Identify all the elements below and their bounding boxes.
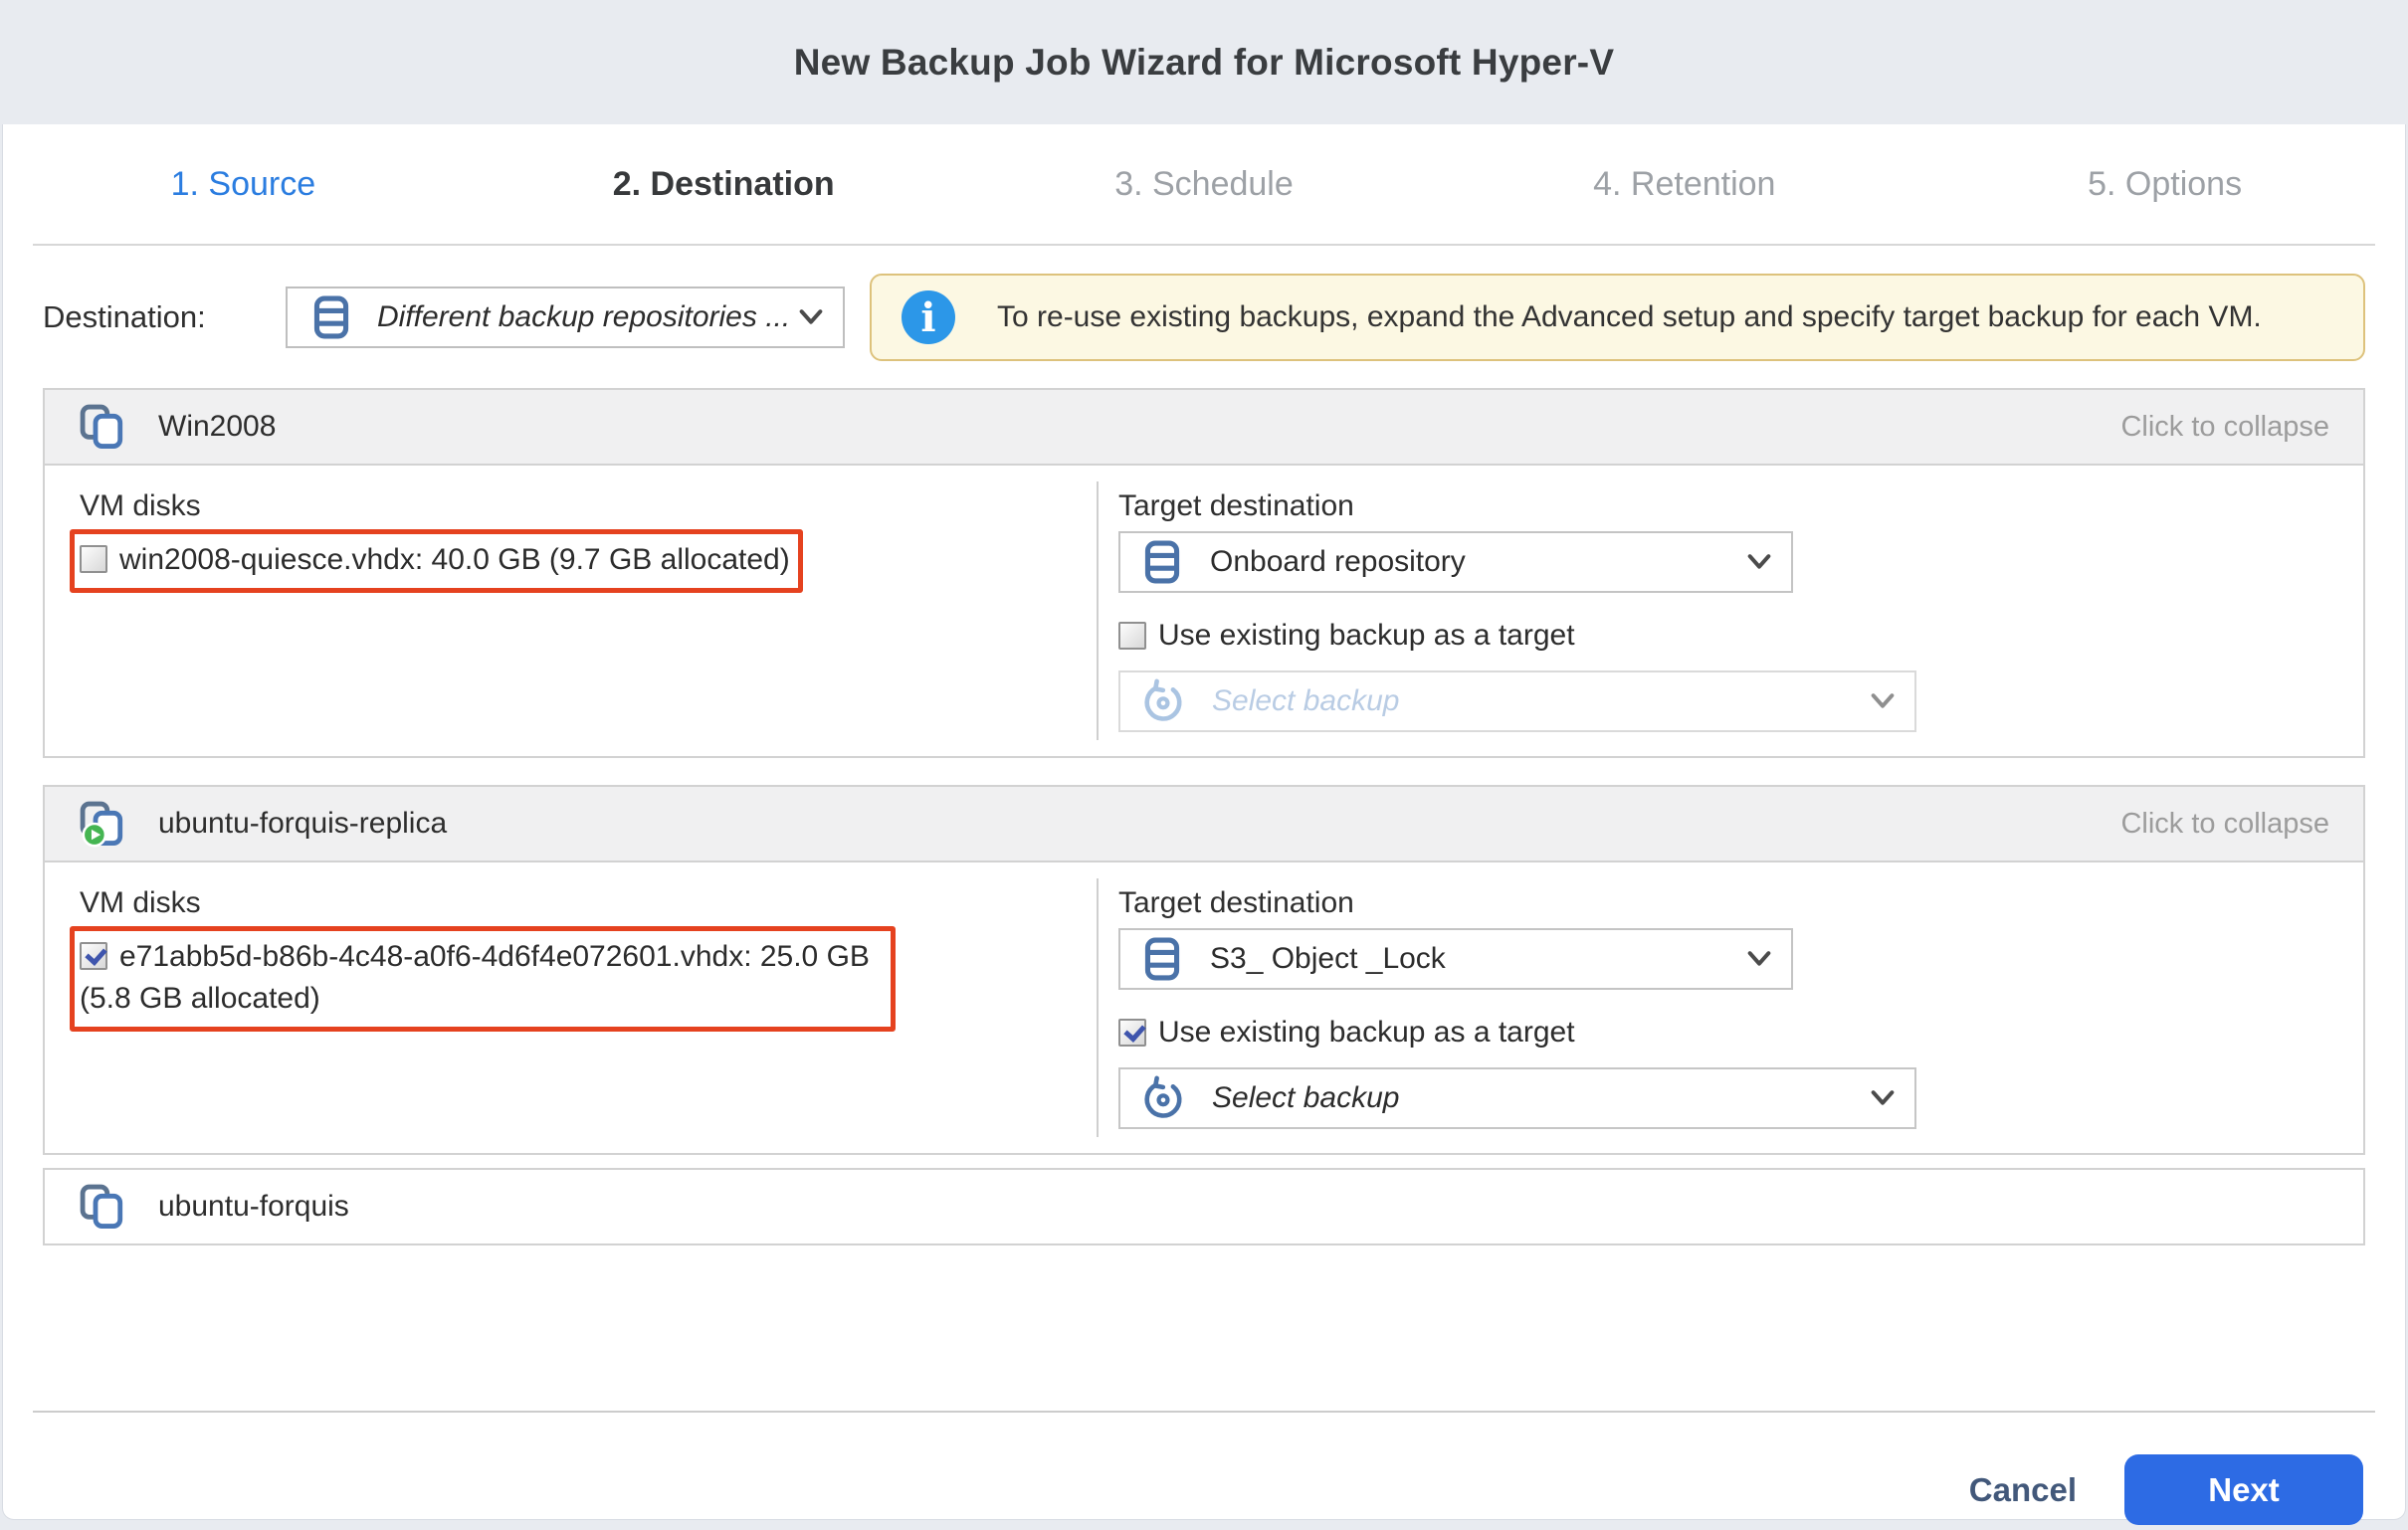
vm-icon <box>79 403 126 451</box>
use-existing-backup-row: Use existing backup as a target <box>1118 619 2363 653</box>
target-destination-column: Target destination S3_ Object _Lock <box>1099 862 2363 1153</box>
vm-section-ubuntu-forquis-replica: ubuntu-forquis-replica Click to collapse… <box>43 785 2365 1155</box>
step-schedule: 3. Schedule <box>964 165 1445 204</box>
vm-running-icon <box>79 800 126 848</box>
disk-row-annotated[interactable]: e71abb5d-b86b-4c48-a0f6-4d6f4e072601.vhd… <box>70 926 896 1032</box>
cancel-button[interactable]: Cancel <box>1969 1471 2077 1509</box>
destination-row: Destination: Different backup repositori… <box>43 274 2365 361</box>
target-repository-value: S3_ Object _Lock <box>1210 942 1446 976</box>
step-retention: 4. Retention <box>1444 165 1924 204</box>
restore-point-icon <box>1140 678 1186 724</box>
target-destination-label: Target destination <box>1118 886 2363 920</box>
select-backup-value: Select backup <box>1212 684 1399 718</box>
vm-disks-label: VM disks <box>80 886 1097 920</box>
chevron-down-icon <box>1745 551 1773 573</box>
target-repository-dropdown[interactable]: S3_ Object _Lock <box>1118 928 1793 990</box>
restore-point-icon <box>1140 1075 1186 1121</box>
select-backup-dropdown: Select backup <box>1118 670 1916 732</box>
use-existing-backup-checkbox[interactable] <box>1118 1019 1146 1047</box>
chevron-down-icon <box>1869 1087 1897 1109</box>
vm-name: Win2008 <box>158 410 276 444</box>
disk-row-annotated[interactable]: win2008-quiesce.vhdx: 40.0 GB (9.7 GB al… <box>70 529 803 593</box>
chevron-down-icon <box>1869 690 1897 712</box>
select-backup-value: Select backup <box>1212 1081 1399 1115</box>
target-repository-value: Onboard repository <box>1210 545 1466 579</box>
vm-icon <box>79 1183 126 1231</box>
repository-icon <box>311 294 351 340</box>
vm-section-win2008: Win2008 Click to collapse VM disks win20… <box>43 388 2365 758</box>
chevron-down-icon <box>797 306 825 328</box>
repository-icon <box>1142 936 1182 982</box>
next-button[interactable]: Next <box>2124 1454 2363 1525</box>
info-icon: i <box>902 290 955 344</box>
wizard-steps: 1. Source 2. Destination 3. Schedule 4. … <box>3 124 2405 244</box>
repository-icon <box>1142 539 1182 585</box>
use-existing-backup-row: Use existing backup as a target <box>1118 1016 2363 1050</box>
destination-label: Destination: <box>43 299 286 335</box>
wizard-titlebar: New Backup Job Wizard for Microsoft Hype… <box>0 0 2408 124</box>
target-destination-column: Target destination Onboard repository <box>1099 466 2363 756</box>
vm-section-ubuntu-forquis[interactable]: ubuntu-forquis <box>43 1168 2365 1245</box>
vm-section-header-win2008[interactable]: Win2008 Click to collapse <box>45 390 2363 464</box>
steps-divider <box>33 244 2375 246</box>
collapse-hint[interactable]: Click to collapse <box>2120 411 2329 444</box>
vm-name: ubuntu-forquis <box>158 1190 349 1224</box>
info-banner-text: To re-use existing backups, expand the A… <box>997 300 2262 334</box>
vm-name: ubuntu-forquis-replica <box>158 807 447 841</box>
step-source[interactable]: 1. Source <box>3 165 484 204</box>
use-existing-backup-checkbox[interactable] <box>1118 622 1146 650</box>
collapse-hint[interactable]: Click to collapse <box>2120 808 2329 841</box>
disk-label: e71abb5d-b86b-4c48-a0f6-4d6f4e072601.vhd… <box>80 940 870 1015</box>
chevron-down-icon <box>1745 948 1773 970</box>
vm-body: VM disks e71abb5d-b86b-4c48-a0f6-4d6f4e0… <box>45 861 2363 1153</box>
disk-label: win2008-quiesce.vhdx: 40.0 GB (9.7 GB al… <box>119 543 790 576</box>
step-destination: 2. Destination <box>484 165 964 204</box>
vm-disks-column: VM disks e71abb5d-b86b-4c48-a0f6-4d6f4e0… <box>45 862 1097 1153</box>
vm-body: VM disks win2008-quiesce.vhdx: 40.0 GB (… <box>45 464 2363 756</box>
destination-type-dropdown[interactable]: Different backup repositories ... <box>286 287 845 348</box>
disk-checkbox[interactable] <box>80 942 107 970</box>
vm-disks-column: VM disks win2008-quiesce.vhdx: 40.0 GB (… <box>45 466 1097 756</box>
use-existing-backup-label[interactable]: Use existing backup as a target <box>1158 1016 1575 1050</box>
wizard-card: 1. Source 2. Destination 3. Schedule 4. … <box>2 124 2406 1520</box>
target-repository-dropdown[interactable]: Onboard repository <box>1118 531 1793 593</box>
vm-section-header-ubuntu-forquis-replica[interactable]: ubuntu-forquis-replica Click to collapse <box>45 787 2363 861</box>
use-existing-backup-label[interactable]: Use existing backup as a target <box>1158 619 1575 653</box>
footer: Cancel Next <box>3 1413 2405 1525</box>
disk-checkbox[interactable] <box>80 545 107 573</box>
destination-type-value: Different backup repositories ... <box>377 300 790 334</box>
info-banner: i To re-use existing backups, expand the… <box>870 274 2365 361</box>
step-options: 5. Options <box>1924 165 2405 204</box>
wizard-title: New Backup Job Wizard for Microsoft Hype… <box>794 42 1614 84</box>
target-destination-label: Target destination <box>1118 489 2363 523</box>
vm-disks-label: VM disks <box>80 489 1097 523</box>
select-backup-dropdown[interactable]: Select backup <box>1118 1067 1916 1129</box>
